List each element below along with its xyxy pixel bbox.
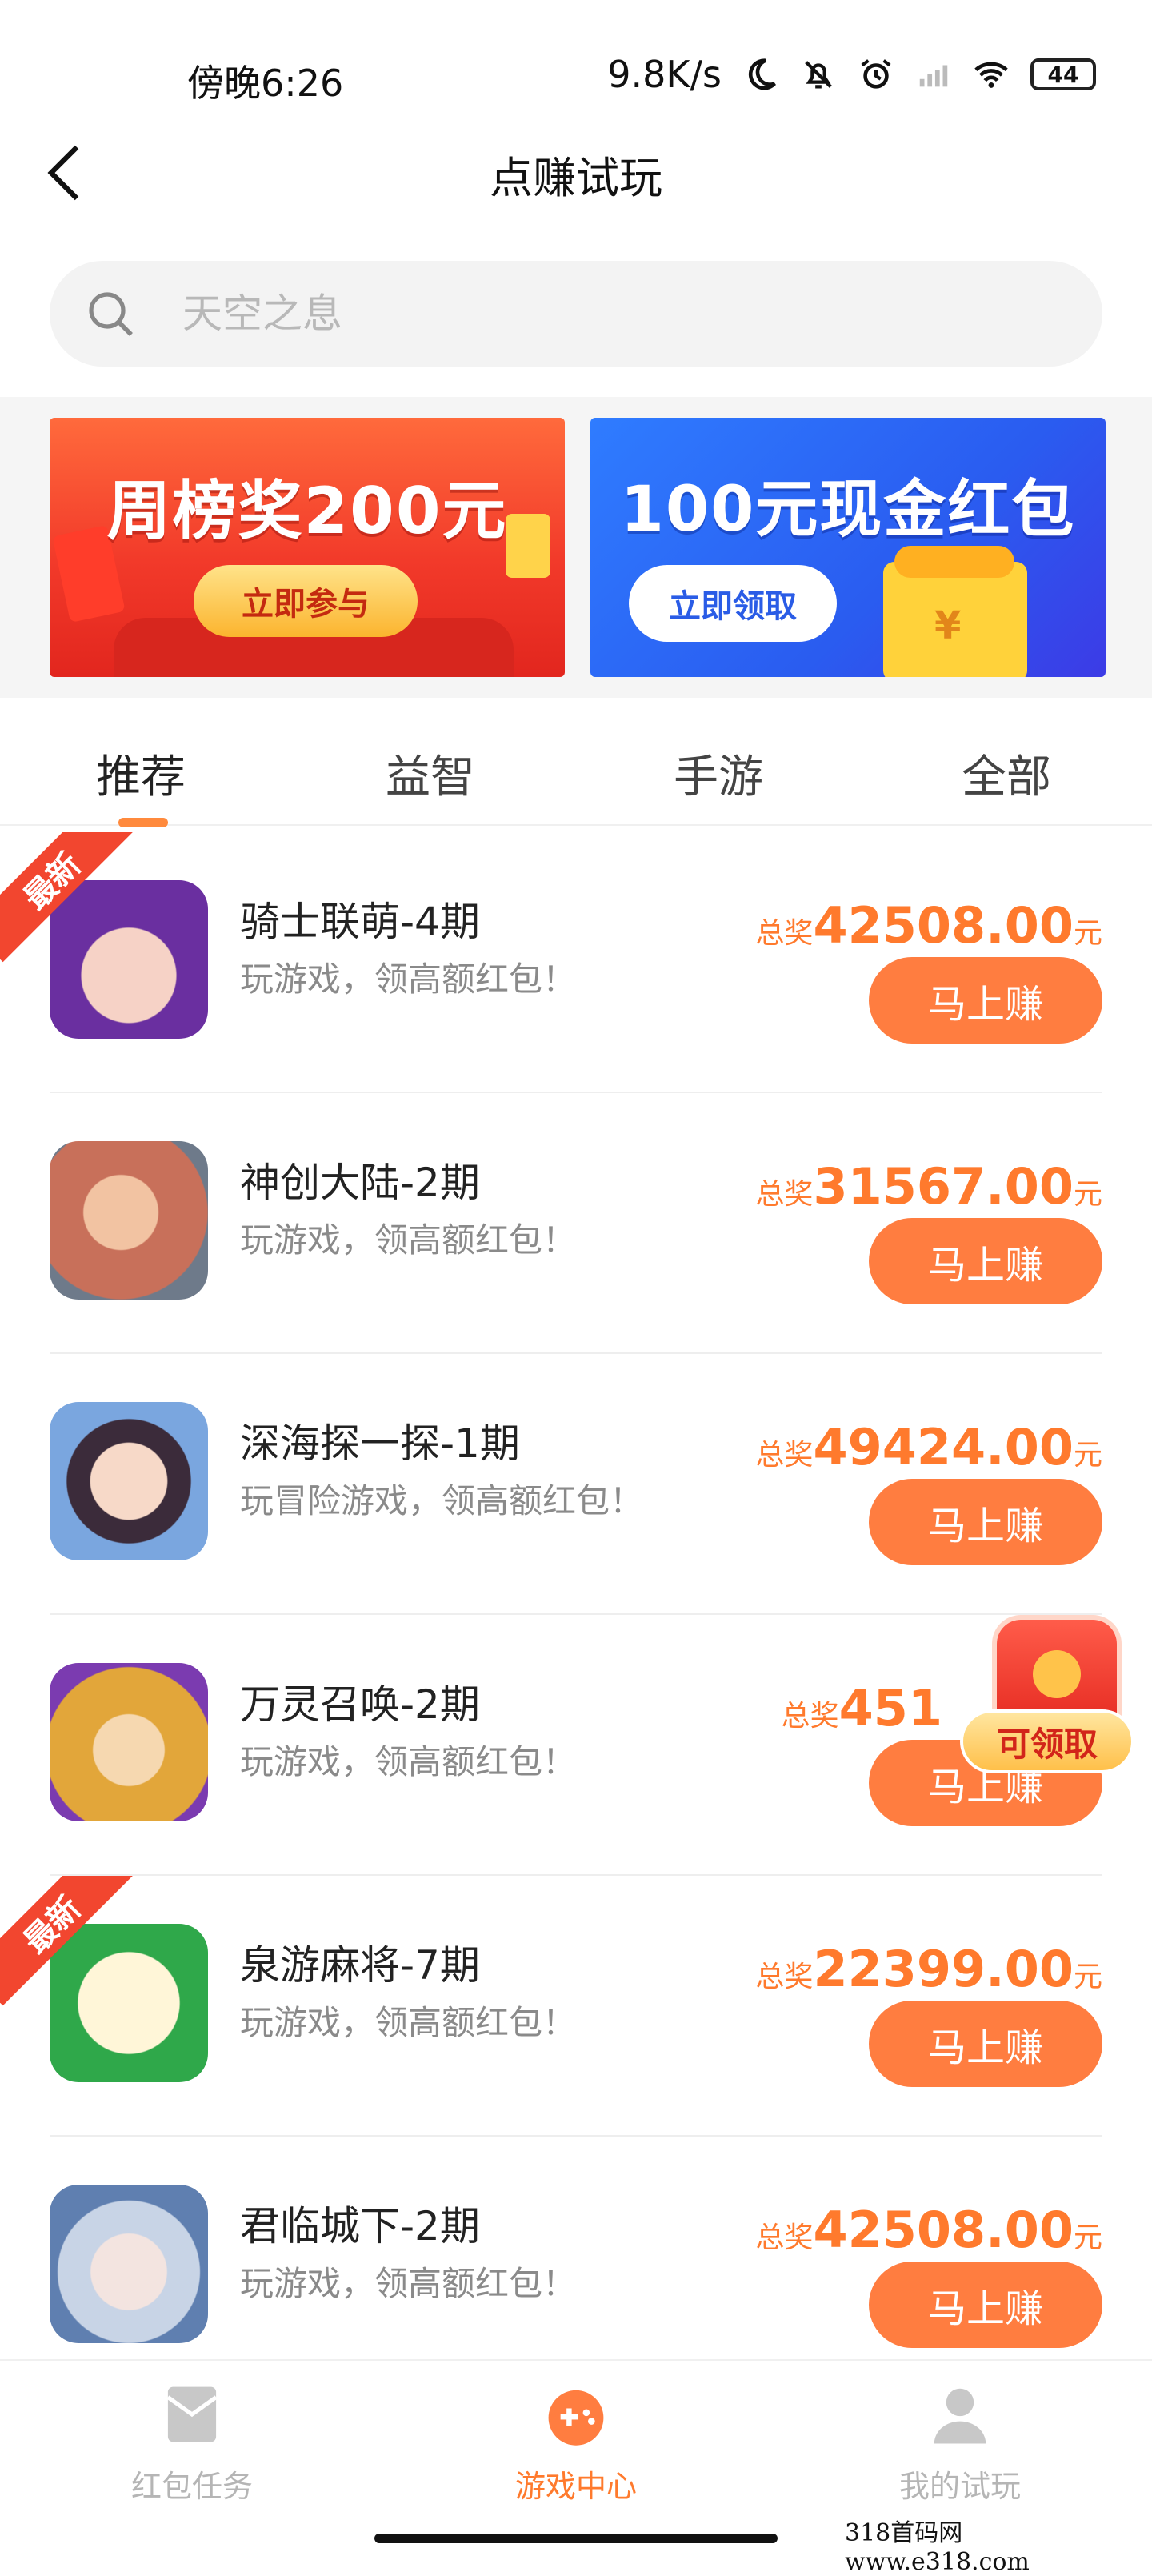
prize-unit: 元 bbox=[1073, 1439, 1102, 1472]
game-desc: 玩冒险游戏，领高额红包！ bbox=[240, 1481, 644, 1520]
signal-icon bbox=[919, 65, 948, 87]
tab-mobile-games[interactable]: 手游 bbox=[674, 741, 763, 806]
prize-label: 总奖 bbox=[755, 1178, 814, 1211]
list-item[interactable]: 最新 泉游麻将-7期 玩游戏，领高额红包！ 总奖 22399.00 元 马上赚 bbox=[0, 1876, 1152, 2137]
prize-label: 总奖 bbox=[755, 2221, 814, 2254]
prize-value: 451 bbox=[838, 1679, 942, 1737]
total-prize: 总奖 451 bbox=[782, 1679, 942, 1737]
banner-title: 周榜奖200元 bbox=[106, 474, 508, 548]
banner-title: 100元现金红包 bbox=[620, 474, 1076, 546]
game-desc: 玩游戏，领高额红包！ bbox=[240, 2003, 577, 2042]
tab-all[interactable]: 全部 bbox=[962, 741, 1051, 806]
tab-puzzle[interactable]: 益智 bbox=[386, 741, 475, 806]
total-prize: 总奖 49424.00 元 bbox=[755, 1418, 1102, 1476]
join-now-button[interactable]: 立即参与 bbox=[194, 565, 418, 637]
game-icon bbox=[50, 1663, 208, 1821]
watermark: 318首码网 www.e318.com bbox=[845, 2519, 1152, 2576]
alarm-icon bbox=[861, 59, 891, 89]
nav-game-center[interactable]: 游戏中心 bbox=[456, 2380, 696, 2506]
nav-label: 红包任务 bbox=[130, 2469, 253, 2504]
home-indicator[interactable] bbox=[374, 2534, 778, 2543]
moon-icon bbox=[748, 58, 776, 90]
prize-label: 总奖 bbox=[781, 1700, 839, 1733]
prize-unit: 元 bbox=[1073, 2221, 1102, 2254]
total-prize: 总奖 31567.00 元 bbox=[755, 1157, 1102, 1216]
page-title: 点赚试玩 bbox=[490, 153, 662, 203]
banner-area: 周榜奖200元 立即参与 ¥ 100元现金红包 立即领取 bbox=[0, 397, 1152, 698]
cash-red-packet-banner[interactable]: ¥ 100元现金红包 立即领取 bbox=[590, 418, 1106, 677]
floating-red-packet[interactable]: 可领取 bbox=[954, 1615, 1142, 1773]
list-item[interactable]: 神创大陆-2期 玩游戏，领高额红包！ 总奖 31567.00 元 马上赚 bbox=[0, 1093, 1152, 1354]
search-icon bbox=[89, 292, 133, 336]
prize-label: 总奖 bbox=[755, 1961, 814, 1993]
wifi-icon bbox=[974, 62, 1008, 88]
status-bar: 傍晚6:26 9.8K/s 44 bbox=[0, 0, 1152, 136]
prize-value: 42508.00 bbox=[813, 2201, 1074, 2259]
game-name: 君临城下-2期 bbox=[240, 2203, 480, 2249]
list-item[interactable]: 最新 骑士联萌-4期 玩游戏，领高额红包！ 总奖 42508.00 元 马上赚 bbox=[0, 832, 1152, 1093]
earn-now-button[interactable]: 马上赚 bbox=[869, 1479, 1102, 1565]
game-icon bbox=[50, 1141, 208, 1300]
new-badge: 最新 bbox=[0, 832, 134, 963]
earn-now-button[interactable]: 马上赚 bbox=[869, 957, 1102, 1044]
prize-value: 42508.00 bbox=[813, 896, 1074, 955]
gamepad-icon bbox=[548, 2390, 604, 2446]
game-name: 神创大陆-2期 bbox=[240, 1160, 480, 1206]
game-desc: 玩游戏，领高额红包！ bbox=[240, 1220, 577, 1260]
prize-value: 31567.00 bbox=[813, 1157, 1074, 1216]
game-name: 万灵召唤-2期 bbox=[240, 1681, 480, 1728]
battery-icon: 44 bbox=[1030, 58, 1096, 90]
prize-label: 总奖 bbox=[755, 917, 814, 950]
prize-unit: 元 bbox=[1073, 917, 1102, 950]
nav-my-trials[interactable]: 我的试玩 bbox=[840, 2380, 1080, 2506]
search-bar[interactable] bbox=[50, 261, 1102, 367]
category-tabs: 推荐 益智 手游 全部 bbox=[0, 698, 1152, 826]
active-tab-indicator bbox=[118, 818, 168, 827]
prize-value: 49424.00 bbox=[813, 1418, 1074, 1476]
network-speed: 9.8K/s bbox=[607, 53, 722, 96]
status-icons: 9.8K/s 44 bbox=[607, 53, 1096, 96]
total-prize: 总奖 42508.00 元 bbox=[755, 896, 1102, 955]
list-item[interactable]: 深海探一探-1期 玩冒险游戏，领高额红包！ 总奖 49424.00 元 马上赚 bbox=[0, 1354, 1152, 1615]
game-desc: 玩游戏，领高额红包！ bbox=[240, 1742, 577, 1781]
claim-now-button[interactable]: 立即领取 bbox=[629, 565, 837, 642]
game-name: 深海探一探-1期 bbox=[240, 1420, 520, 1467]
earn-now-button[interactable]: 马上赚 bbox=[869, 2262, 1102, 2348]
yuan-sign-decoration: ¥ bbox=[934, 603, 962, 648]
red-envelope-icon bbox=[166, 2386, 218, 2442]
claimable-badge[interactable]: 可领取 bbox=[960, 1709, 1134, 1773]
prize-unit: 元 bbox=[1073, 1178, 1102, 1211]
game-icon bbox=[50, 1402, 208, 1560]
coin-decoration bbox=[894, 546, 1014, 578]
game-icon bbox=[50, 2185, 208, 2343]
search-input[interactable] bbox=[182, 285, 982, 343]
new-badge: 最新 bbox=[0, 1876, 134, 2006]
status-time: 傍晚6:26 bbox=[187, 62, 344, 105]
game-desc: 玩游戏，领高额红包！ bbox=[240, 959, 577, 999]
nav-red-packet-tasks[interactable]: 红包任务 bbox=[72, 2380, 312, 2506]
total-prize: 总奖 22399.00 元 bbox=[755, 1940, 1102, 1998]
user-icon bbox=[934, 2388, 986, 2444]
nav-label: 我的试玩 bbox=[898, 2469, 1021, 2504]
game-desc: 玩游戏，领高额红包！ bbox=[240, 2264, 577, 2303]
mute-icon bbox=[805, 61, 832, 89]
nav-label: 游戏中心 bbox=[514, 2469, 637, 2504]
tab-recommend[interactable]: 推荐 bbox=[96, 741, 186, 806]
game-name: 泉游麻将-7期 bbox=[240, 1942, 480, 1989]
game-name: 骑士联萌-4期 bbox=[240, 899, 480, 945]
total-prize: 总奖 42508.00 元 bbox=[755, 2201, 1102, 2259]
prize-unit: 元 bbox=[1073, 1961, 1102, 1993]
earn-now-button[interactable]: 马上赚 bbox=[869, 2001, 1102, 2087]
prize-label: 总奖 bbox=[755, 1439, 814, 1472]
weekly-prize-banner[interactable]: 周榜奖200元 立即参与 bbox=[50, 418, 565, 677]
earn-now-button[interactable]: 马上赚 bbox=[869, 1218, 1102, 1304]
prize-value: 22399.00 bbox=[813, 1940, 1074, 1998]
